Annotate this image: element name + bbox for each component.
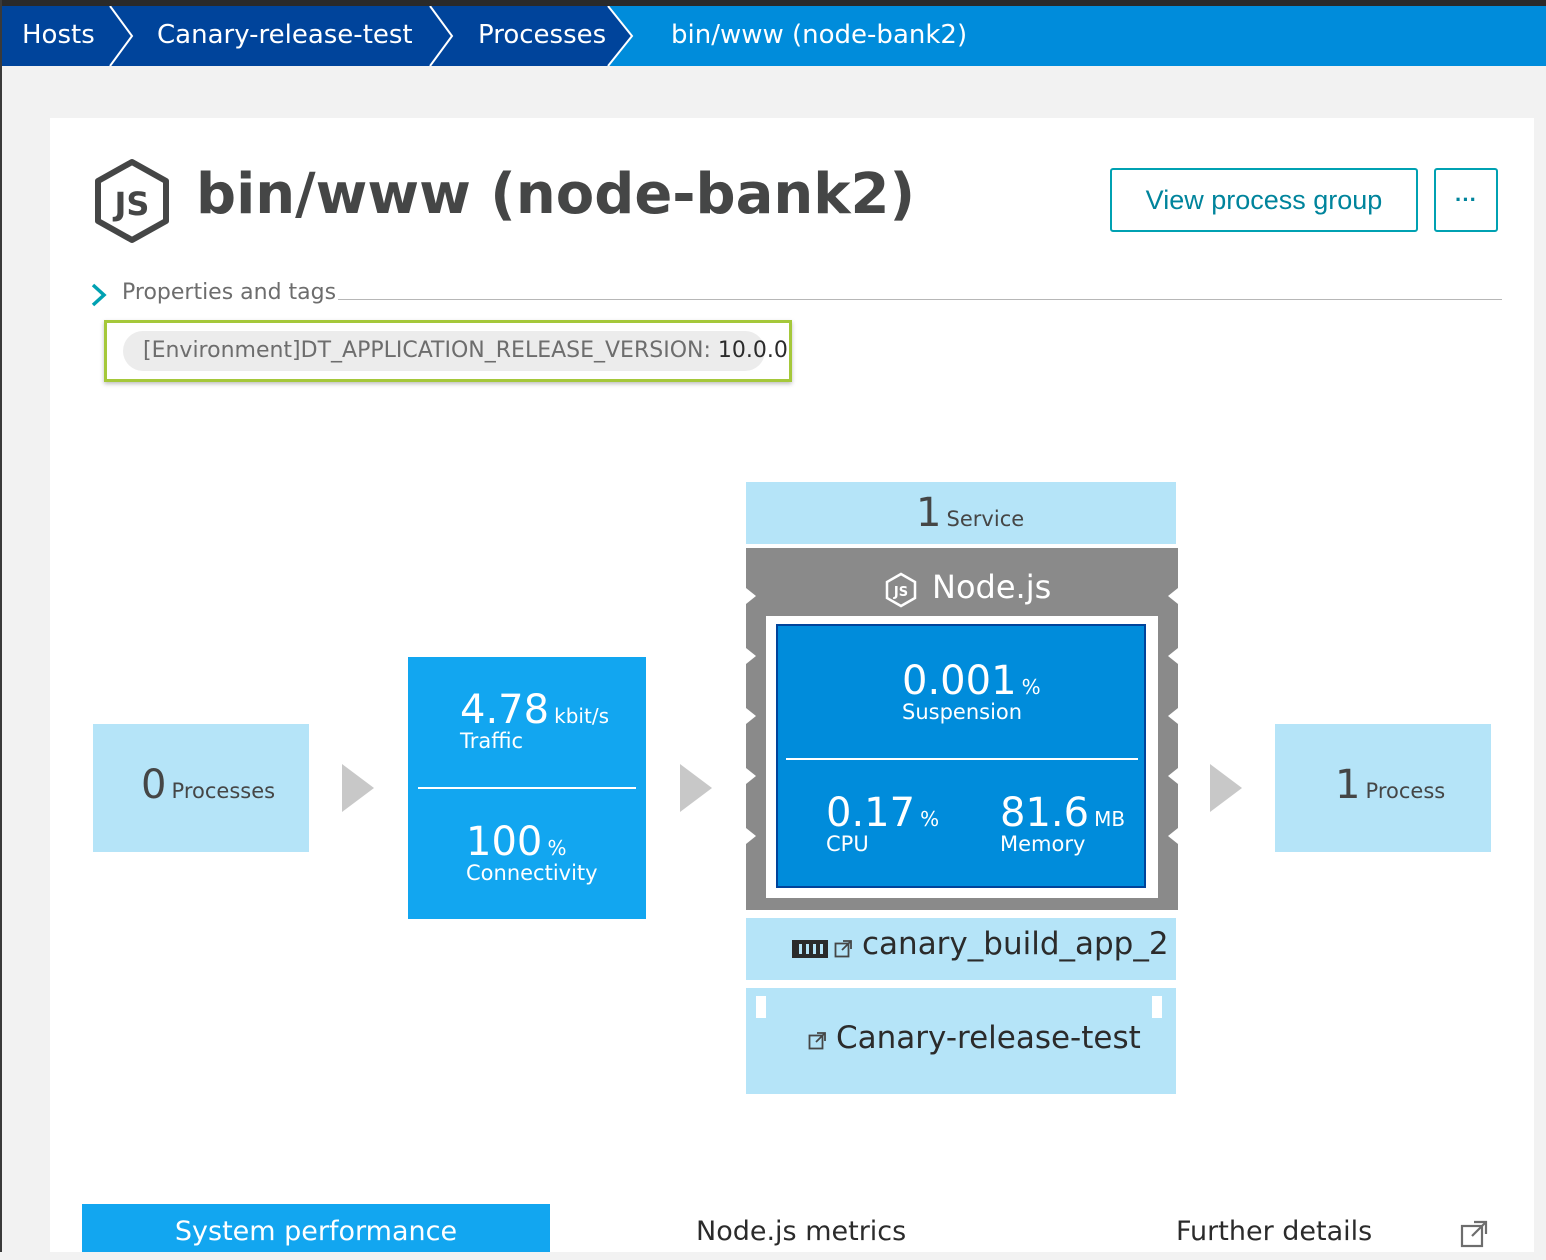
tag-value: 10.0.0 [717,338,788,363]
chevron-right-icon[interactable] [90,282,108,308]
memory-label: Memory [1000,832,1086,856]
breadcrumb-item-processes[interactable]: Processes [478,6,606,66]
host-tile-marker [1152,996,1162,1018]
outgoing-process-count: 1 [1335,762,1361,808]
connectivity-label: Connectivity [466,861,598,885]
nodejs-hexagon-icon: JS [885,572,917,608]
connectivity-value: 100 [466,819,543,865]
host-label[interactable]: Canary-release-test [836,1020,1141,1056]
incoming-processes-label: Processes [171,779,276,803]
services-count: 1 [916,490,942,536]
incoming-processes-tile[interactable]: 0 Processes [93,724,309,852]
host-tile-marker [756,996,766,1018]
flow-arrow-icon [1210,764,1242,812]
release-version-tag[interactable]: [Environment]DT_APPLICATION_RELEASE_VERS… [123,331,788,371]
connectivity-unit: % [547,836,567,860]
properties-divider [338,299,1502,300]
tag-highlight: [Environment]DT_APPLICATION_RELEASE_VERS… [104,320,792,382]
cpu-value: 0.17 [826,790,916,836]
memory-unit: MB [1094,807,1126,831]
network-tile[interactable]: 4.78 kbit/s Traffic 100 % Connectivity [408,657,646,919]
network-divider [418,787,636,789]
process-group-icon [792,940,828,958]
process-metrics-tile[interactable]: 0.001 % Suspension 0.17 % CPU 81.6 MB Me… [776,624,1146,888]
breadcrumb-item-host[interactable]: Canary-release-test [157,6,413,66]
flow-arrow-icon [342,764,374,812]
services-tile[interactable]: 1 Service [746,482,1176,544]
external-link-icon[interactable] [834,940,852,958]
breadcrumb: Hosts Canary-release-test Processes bin/… [2,6,1546,66]
properties-toggle[interactable]: Properties and tags [122,280,336,305]
svg-text:JS: JS [893,585,908,600]
suspension-label: Suspension [902,700,1023,724]
process-group-tile[interactable]: canary_build_app_2 [746,918,1176,980]
memory-value: 81.6 [1000,790,1090,836]
breadcrumb-item-current: bin/www (node-bank2) [671,20,968,50]
traffic-value: 4.78 [460,687,550,733]
more-actions-button[interactable]: ··· [1434,168,1498,232]
nodejs-hexagon-icon: JS [95,159,169,243]
external-link-icon[interactable] [808,1032,826,1050]
process-divider [786,758,1138,760]
host-tile[interactable]: Canary-release-test [746,988,1176,1094]
window-left-border [0,0,2,1252]
process-group-label[interactable]: canary_build_app_2 [862,926,1169,962]
tab-system-performance[interactable]: System performance [82,1204,550,1252]
traffic-unit: kbit/s [554,704,609,728]
external-link-icon[interactable] [1460,1220,1488,1248]
services-label: Service [946,507,1025,531]
incoming-processes-count: 0 [141,762,167,808]
flow-arrow-icon [680,764,712,812]
breadcrumb-item-hosts[interactable]: Hosts [22,6,95,66]
view-process-group-button[interactable]: View process group [1110,168,1418,232]
outgoing-process-label: Process [1365,779,1446,803]
suspension-value: 0.001 [902,658,1017,704]
page-title: bin/www (node-bank2) [196,162,916,227]
tag-key: [Environment]DT_APPLICATION_RELEASE_VERS… [143,338,711,363]
suspension-unit: % [1021,675,1041,699]
outgoing-process-tile[interactable]: 1 Process [1275,724,1491,852]
cpu-unit: % [920,807,940,831]
technology-label: Node.js [932,568,1052,606]
svg-text:JS: JS [113,185,150,223]
